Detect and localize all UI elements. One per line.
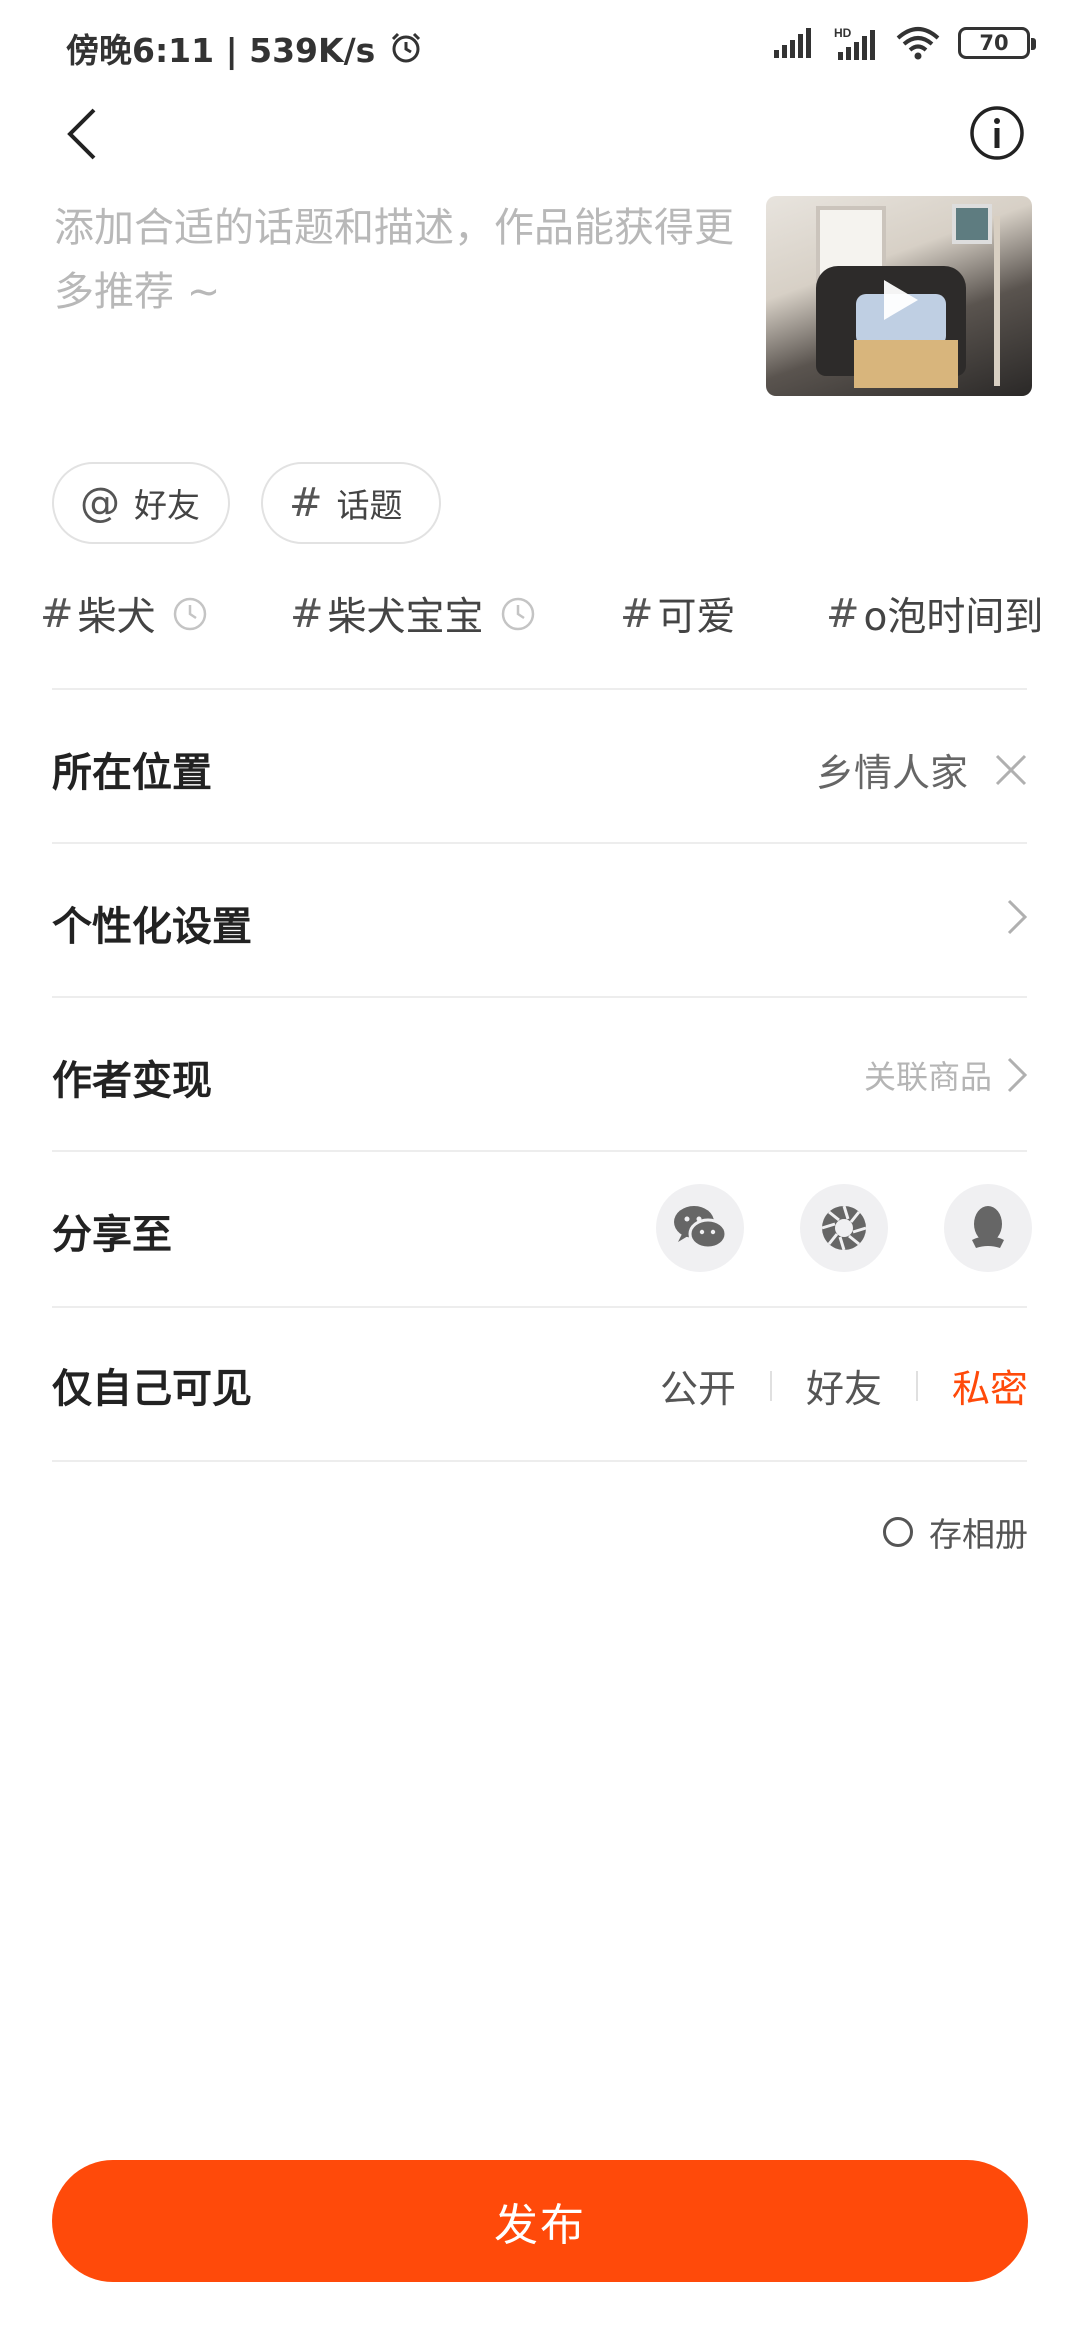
wechat-icon xyxy=(674,1206,728,1250)
play-icon xyxy=(884,280,918,320)
svg-text:HD: HD xyxy=(834,26,852,40)
separator xyxy=(769,1370,772,1401)
divider xyxy=(52,1150,1027,1152)
thumbnail-frame xyxy=(952,204,992,244)
status-time-text: 傍晚6:11 | 539K/s xyxy=(66,31,376,70)
recent-clock-icon xyxy=(501,597,534,631)
hash-icon: # xyxy=(620,591,654,637)
save-album-label: 存相册 xyxy=(929,1515,1028,1554)
topic-suggestion[interactable]: # o泡时间到 xyxy=(826,586,1043,642)
wifi-icon xyxy=(896,27,940,60)
topic-suggestions: # 柴犬 # 柴犬宝宝 # 可爱 # o泡时间到 xyxy=(40,586,1080,650)
hash-icon: # xyxy=(289,480,323,526)
visibility-private-option[interactable]: 私密 xyxy=(952,1358,1028,1413)
share-qq-button[interactable] xyxy=(944,1184,1032,1272)
mention-chip-label: 好友 xyxy=(134,486,200,525)
status-time: 傍晚6:11 | 539K/s xyxy=(66,24,423,72)
alarm-icon xyxy=(392,32,421,63)
signal-hd-icon: HD xyxy=(834,26,875,60)
divider xyxy=(52,688,1027,690)
topic-suggestion[interactable]: # 可爱 xyxy=(620,586,736,642)
signal-icon xyxy=(774,28,811,58)
clear-location-icon[interactable] xyxy=(994,753,1028,787)
info-icon[interactable] xyxy=(968,104,1026,162)
radio-unchecked-icon xyxy=(883,1517,913,1547)
visibility-label: 仅自己可见 xyxy=(52,1366,252,1412)
hash-icon: # xyxy=(290,591,324,637)
add-topic-chip[interactable]: # 话题 xyxy=(261,462,441,544)
link-product-text: 关联商品 xyxy=(863,1058,992,1096)
monetize-label[interactable]: 作者变现 xyxy=(52,1048,212,1106)
topic-label: o泡时间到 xyxy=(863,595,1044,640)
mention-friend-chip[interactable]: @ 好友 xyxy=(52,462,230,544)
status-bar: 傍晚6:11 | 539K/s HD 70 xyxy=(0,0,1080,96)
topic-chip-label: 话题 xyxy=(336,486,403,525)
share-moments-button[interactable] xyxy=(800,1184,888,1272)
visibility-options: 公开 好友 私密 xyxy=(660,1358,1028,1413)
save-to-album-toggle[interactable]: 存相册 xyxy=(883,1508,1028,1556)
location-value-group: 乡情人家 xyxy=(816,742,1028,797)
description-input[interactable]: 添加合适的话题和描述，作品能获得更多推荐 ~ xyxy=(54,196,734,324)
at-icon: @ xyxy=(80,480,120,526)
location-label[interactable]: 所在位置 xyxy=(52,740,212,798)
divider xyxy=(52,1306,1027,1308)
chevron-right-icon[interactable] xyxy=(1006,898,1028,936)
divider xyxy=(52,996,1027,998)
hash-icon: # xyxy=(40,591,74,637)
share-wechat-button[interactable] xyxy=(656,1184,744,1272)
location-value[interactable]: 乡情人家 xyxy=(816,742,968,797)
monetize-link-group[interactable]: 关联商品 xyxy=(864,1052,1028,1098)
divider xyxy=(52,842,1027,844)
qq-icon xyxy=(972,1206,1004,1248)
divider xyxy=(52,1460,1027,1462)
thumbnail-lamp xyxy=(994,216,1000,386)
topic-suggestion[interactable]: # 柴犬宝宝 xyxy=(290,586,536,642)
personalize-label[interactable]: 个性化设置 xyxy=(52,894,252,952)
thumbnail-table xyxy=(854,340,958,388)
video-thumbnail[interactable] xyxy=(766,196,1032,396)
back-button[interactable] xyxy=(58,104,108,164)
topic-label: 柴犬宝宝 xyxy=(327,595,484,640)
topic-label: 可爱 xyxy=(657,595,736,640)
personalize-chevron-group xyxy=(1006,898,1028,936)
recent-clock-icon xyxy=(173,597,206,631)
topic-label: 柴犬 xyxy=(77,595,156,640)
publish-button[interactable]: 发布 xyxy=(52,2160,1028,2282)
topic-suggestion[interactable]: # 柴犬 xyxy=(40,586,208,642)
battery-indicator: 70 xyxy=(958,27,1036,59)
separator xyxy=(915,1370,918,1401)
visibility-public-option[interactable]: 公开 xyxy=(660,1358,736,1413)
chevron-right-icon xyxy=(1007,1057,1028,1093)
share-label: 分享至 xyxy=(52,1212,172,1258)
visibility-friends-option[interactable]: 好友 xyxy=(806,1358,882,1413)
moments-icon xyxy=(821,1205,867,1251)
status-icons: HD 70 xyxy=(774,26,1036,60)
hash-icon: # xyxy=(826,591,860,637)
